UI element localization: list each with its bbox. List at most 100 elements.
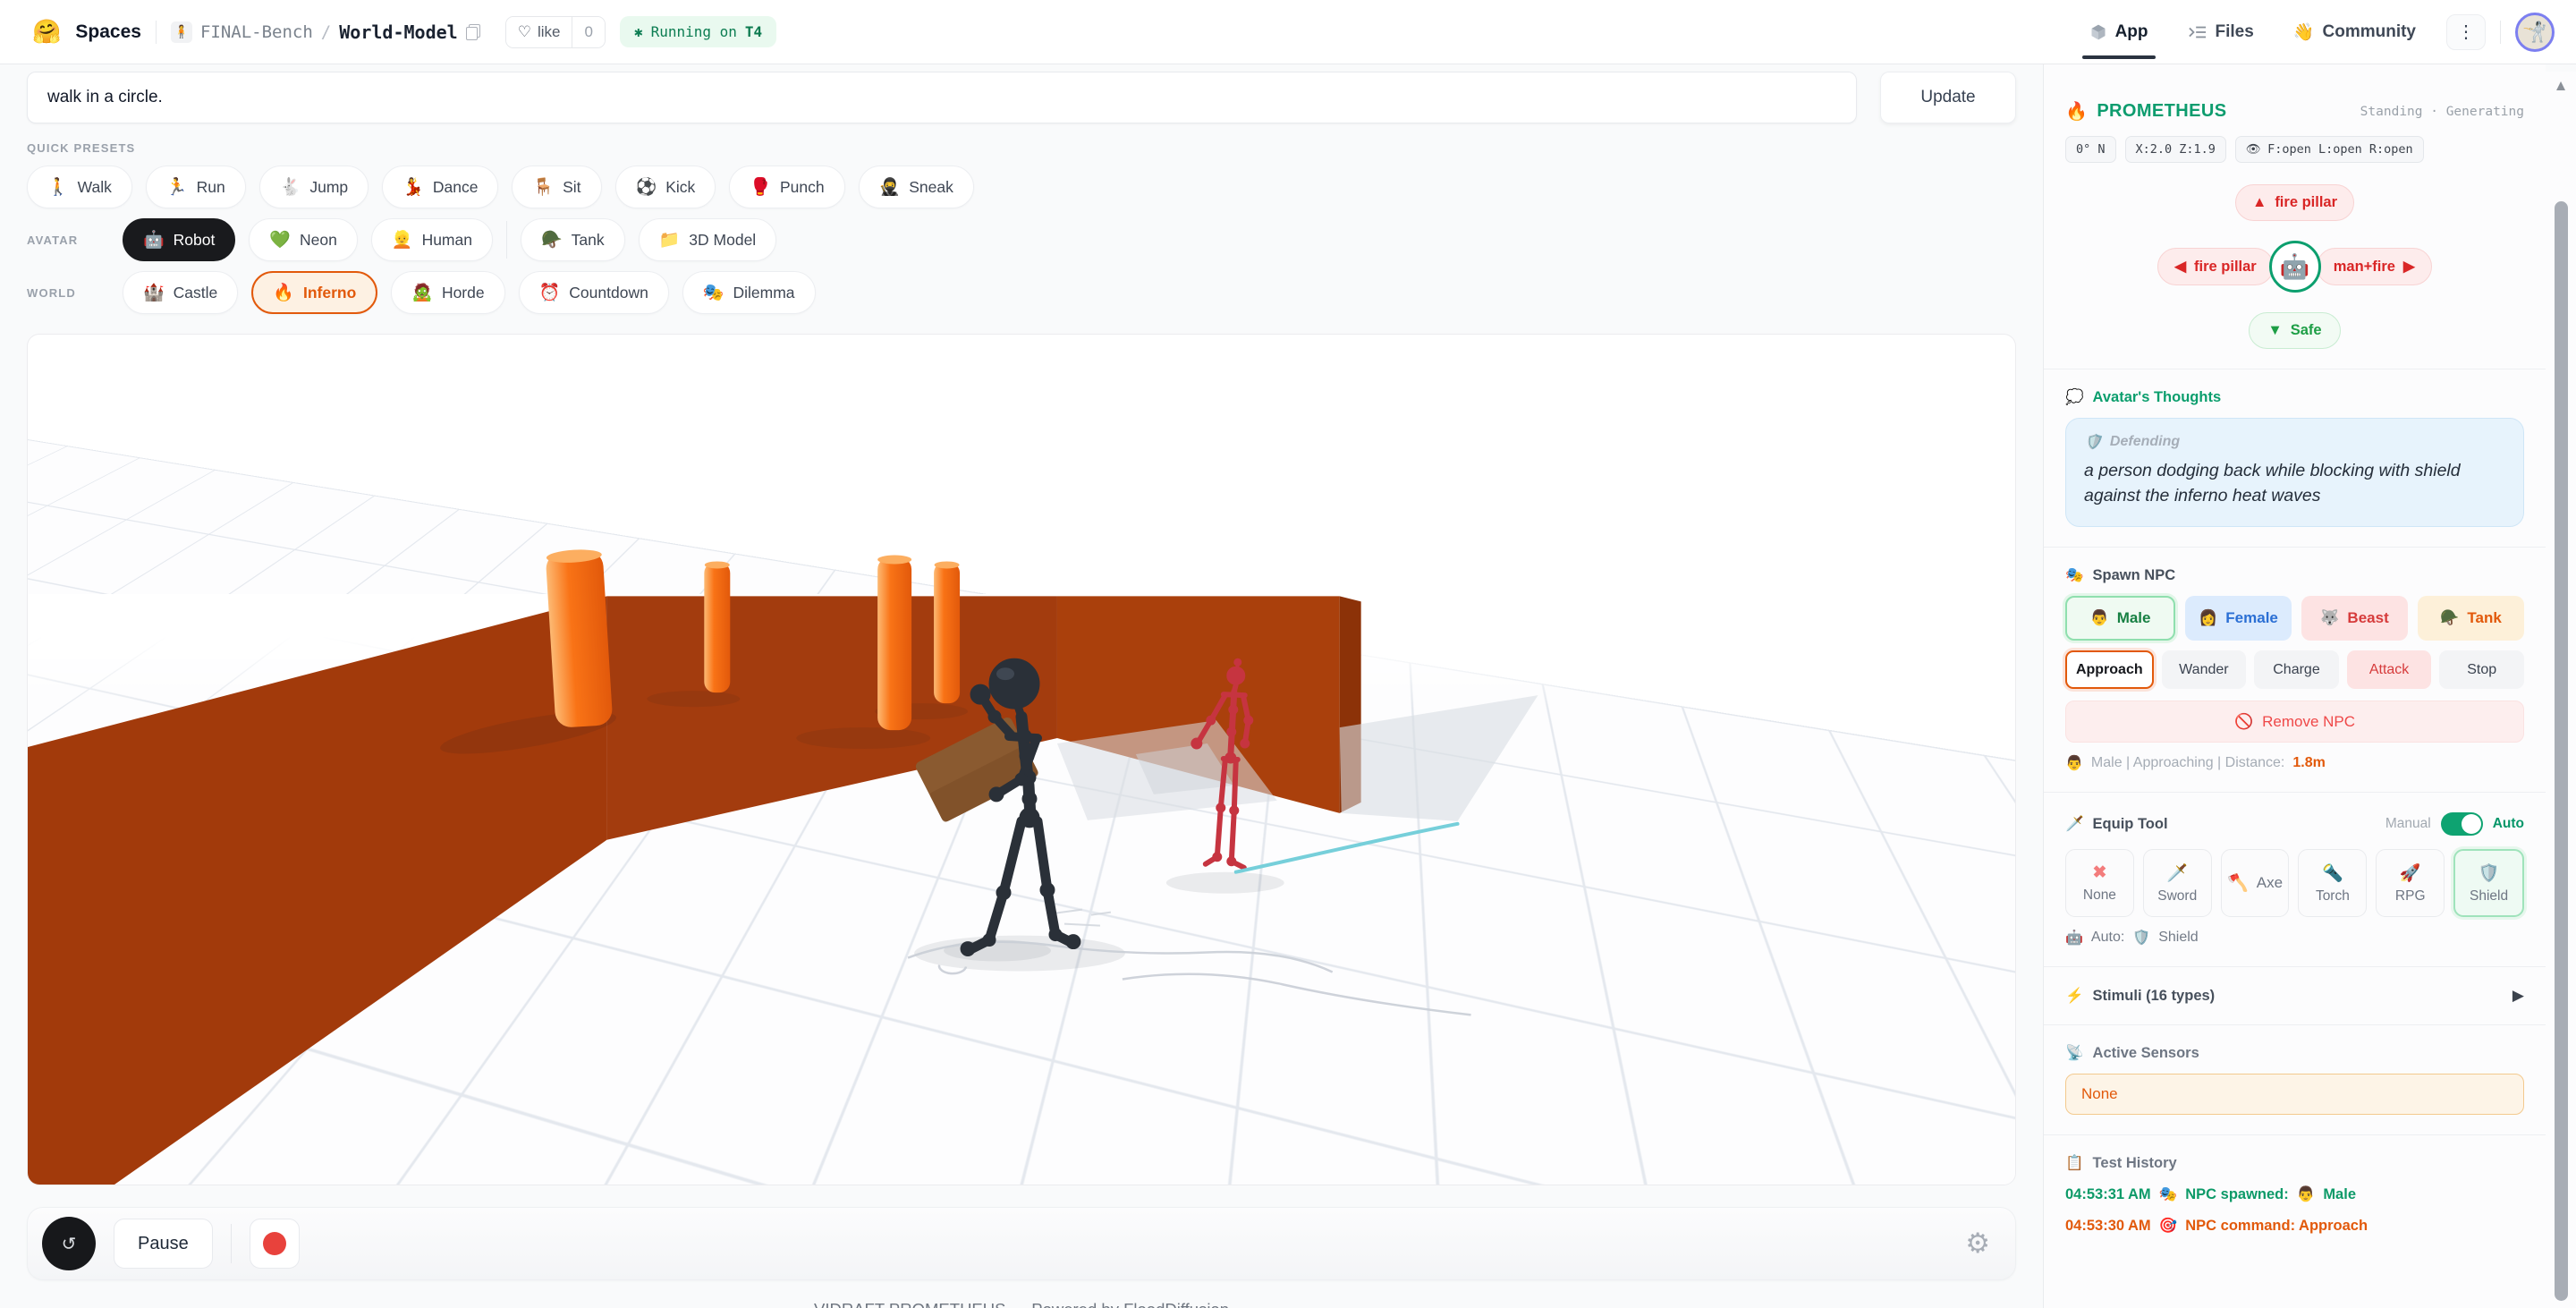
breadcrumb-space-name[interactable]: World-Model bbox=[339, 21, 457, 43]
world-dilemma[interactable]: 🎭 Dilemma bbox=[682, 271, 816, 314]
npc-command-approach[interactable]: Approach bbox=[2065, 650, 2154, 690]
tool-rpg[interactable]: 🚀 RPG bbox=[2376, 849, 2445, 918]
heading-chip: 0° N bbox=[2065, 136, 2116, 163]
npc-type-tank[interactable]: 🪖 Tank bbox=[2418, 596, 2524, 641]
auto-prefix: Auto: bbox=[2090, 930, 2125, 946]
preset-run[interactable]: 🏃 Run bbox=[145, 166, 246, 208]
tool-axe[interactable]: 🪓 Axe bbox=[2220, 849, 2290, 918]
world-inferno[interactable]: 🔥 Inferno bbox=[251, 271, 378, 314]
x-icon: ✖ bbox=[2092, 863, 2107, 883]
user-avatar[interactable]: 🤺 bbox=[2515, 12, 2555, 52]
fire-pillar bbox=[704, 561, 731, 693]
remove-npc-button[interactable]: 🚫 Remove NPC bbox=[2065, 701, 2524, 743]
spinner-icon: ✱ bbox=[633, 23, 643, 40]
wave-hand-icon: 👋 bbox=[2292, 22, 2315, 42]
quick-presets-row: 🚶 Walk 🏃 Run 🐇 Jump 💃 Dance 🪑 Sit ⚽ Kick 🥊 Punc… bbox=[27, 166, 2016, 208]
scroll-up-arrow[interactable]: ▲ bbox=[2546, 77, 2576, 95]
copy-icon[interactable] bbox=[465, 23, 480, 40]
reset-button[interactable]: ↺ bbox=[42, 1217, 96, 1270]
npc-command-wander[interactable]: Wander bbox=[2161, 650, 2247, 690]
history-time: 04:53:31 AM bbox=[2065, 1186, 2151, 1203]
runtime-badge[interactable]: ✱ Running on T4 bbox=[619, 16, 777, 47]
prompt-input[interactable] bbox=[27, 72, 1857, 123]
avatar-3d-model[interactable]: 📁 3D Model bbox=[638, 218, 777, 261]
avatar-row-divider bbox=[505, 221, 507, 259]
world-countdown[interactable]: ⏰ Countdown bbox=[518, 271, 669, 314]
settings-button[interactable]: ⚙ bbox=[1965, 1227, 1990, 1260]
manual-label: Manual bbox=[2385, 816, 2431, 832]
stimuli-header[interactable]: ⚡ Stimuli (16 types) ▶ bbox=[2065, 987, 2524, 1005]
spawn-npc-header: 🎭 Spawn NPC bbox=[2065, 567, 2524, 584]
scrollbar-thumb[interactable] bbox=[2555, 201, 2568, 1301]
more-options-button[interactable]: ⋮ bbox=[2446, 13, 2486, 50]
header-divider bbox=[155, 20, 157, 44]
remove-npc-label: Remove NPC bbox=[2262, 712, 2356, 730]
avatar-row-label: AVATAR bbox=[27, 233, 79, 247]
npc-status-line: 👨 Male | Approaching | Distance: 1.8m bbox=[2065, 754, 2524, 772]
preset-dance[interactable]: 💃 Dance bbox=[382, 166, 499, 208]
spaces-brand[interactable]: Spaces bbox=[75, 21, 141, 43]
update-button[interactable]: Update bbox=[1880, 72, 2016, 123]
right-arrow-icon: ▶ bbox=[2402, 259, 2415, 275]
robot-icon: 🤖 bbox=[143, 231, 165, 250]
page-scrollbar[interactable]: ▲ bbox=[2546, 72, 2576, 1308]
tab-files-label: Files bbox=[2215, 21, 2254, 41]
avatar-name: PROMETHEUS bbox=[2097, 101, 2227, 121]
tool-shield[interactable]: 🛡️ Shield bbox=[2453, 849, 2524, 918]
avatar-label: Tank bbox=[571, 230, 605, 249]
world-horde[interactable]: 🧟 Horde bbox=[391, 271, 505, 314]
avatar-tank[interactable]: 🪖 Tank bbox=[520, 218, 625, 261]
preset-jump[interactable]: 🐇 Jump bbox=[258, 166, 369, 208]
preset-label: Kick bbox=[665, 177, 696, 196]
simulation-viewport[interactable] bbox=[27, 334, 2016, 1185]
npc-command-stop[interactable]: Stop bbox=[2439, 650, 2524, 690]
like-count[interactable]: 0 bbox=[572, 16, 605, 47]
npc-command-charge[interactable]: Charge bbox=[2254, 650, 2339, 690]
tab-files[interactable]: Files bbox=[2188, 22, 2254, 42]
record-button[interactable] bbox=[249, 1219, 300, 1269]
no-entry-icon: 🚫 bbox=[2233, 712, 2254, 730]
breadcrumb-owner[interactable]: FINAL-Bench bbox=[200, 22, 313, 42]
pause-button[interactable]: Pause bbox=[114, 1219, 213, 1269]
like-button[interactable]: ♡ like bbox=[505, 16, 572, 47]
breadcrumb-separator: / bbox=[320, 21, 332, 42]
test-history-header: 📋 Test History bbox=[2065, 1155, 2524, 1172]
thought-state-label: Defending bbox=[2109, 434, 2181, 449]
npc-type-female[interactable]: 👩 Female bbox=[2185, 596, 2292, 641]
avatar-robot[interactable]: 🤖 Robot bbox=[123, 218, 236, 261]
threat-west: ◀ fire pillar bbox=[2157, 248, 2274, 285]
expand-stimuli-button[interactable]: ▶ bbox=[2512, 987, 2524, 1005]
header-divider bbox=[2500, 20, 2501, 44]
preset-walk[interactable]: 🚶 Walk bbox=[27, 166, 132, 208]
record-icon bbox=[262, 1232, 286, 1255]
stimuli-title: Stimuli (16 types) bbox=[2092, 987, 2216, 1004]
avatar-neon[interactable]: 💚 Neon bbox=[249, 218, 358, 261]
world-label: Castle bbox=[173, 283, 218, 302]
preset-label: Sit bbox=[563, 177, 581, 196]
world-castle[interactable]: 🏰 Castle bbox=[123, 271, 239, 314]
section-divider bbox=[2044, 792, 2546, 794]
npc-type-beast[interactable]: 🐺 Beast bbox=[2301, 596, 2408, 641]
sit-icon: 🪑 bbox=[532, 178, 555, 197]
npc-type-label: Male bbox=[2116, 609, 2151, 627]
preset-sneak[interactable]: 🥷 Sneak bbox=[858, 166, 974, 208]
preset-sit[interactable]: 🪑 Sit bbox=[512, 166, 602, 208]
tab-community[interactable]: 👋 Community bbox=[2293, 21, 2416, 43]
player-bar: ↺ Pause ⚙ bbox=[27, 1207, 2016, 1280]
npc-command-attack[interactable]: Attack bbox=[2346, 650, 2432, 690]
preset-punch[interactable]: 🥊 Punch bbox=[729, 166, 845, 208]
tool-sword[interactable]: 🗡️ Sword bbox=[2142, 849, 2212, 918]
tab-app[interactable]: App bbox=[2081, 22, 2156, 59]
shield-icon: 🛡️ bbox=[2478, 863, 2500, 883]
avatar-label: Robot bbox=[173, 230, 216, 249]
tool-none[interactable]: ✖ None bbox=[2065, 849, 2134, 918]
tool-torch[interactable]: 🔦 Torch bbox=[2298, 849, 2368, 918]
tool-label: None bbox=[2082, 888, 2116, 904]
section-divider bbox=[2044, 1024, 2546, 1026]
thoughts-header: 💭 Avatar's Thoughts bbox=[2065, 389, 2524, 406]
npc-type-male[interactable]: 👨 Male bbox=[2065, 596, 2175, 641]
preset-kick[interactable]: ⚽ Kick bbox=[614, 166, 716, 208]
equip-auto-toggle[interactable] bbox=[2440, 812, 2483, 837]
avatar-human[interactable]: 👱 Human bbox=[370, 218, 493, 261]
threat-label: fire pillar bbox=[2275, 194, 2338, 210]
